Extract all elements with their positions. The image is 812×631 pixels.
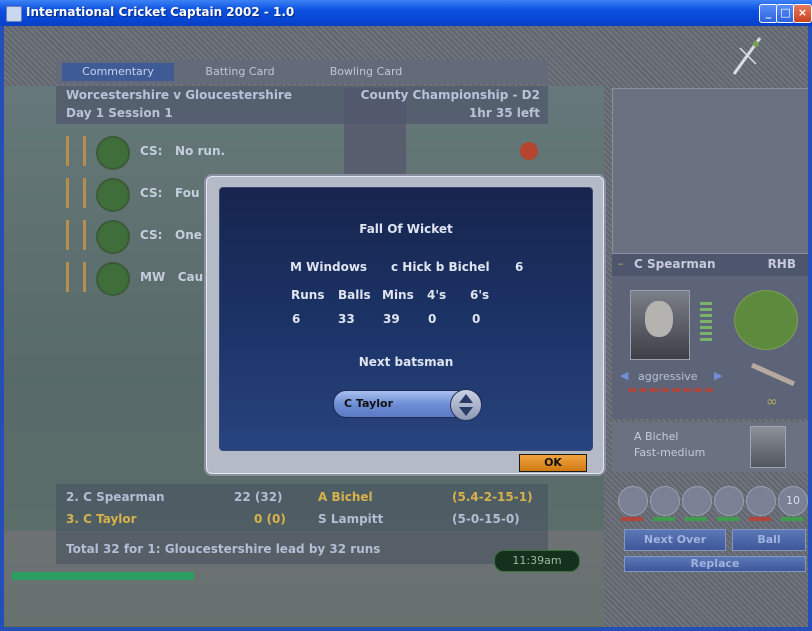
form-bars-icon (700, 302, 712, 342)
match-clock: 11:39am (494, 550, 580, 572)
stumps-icon (66, 220, 86, 250)
ball-button[interactable]: Ball (732, 529, 806, 551)
aggression-meter (628, 388, 714, 392)
fixture-label: Worcestershire v Gloucestershire (66, 88, 292, 102)
dismissed-runs: 6 (515, 260, 524, 274)
avatar (750, 426, 786, 468)
action-icon-bar: 10 (616, 486, 808, 522)
commentary-text: No run. (175, 144, 226, 158)
commentary-text: Fou (175, 186, 200, 200)
pitch-map-icon (96, 262, 130, 296)
bowler1-name: A Bichel (318, 490, 373, 504)
competition-label: County Championship - D2 (360, 88, 540, 102)
stat-header-fours: 4's (427, 288, 447, 302)
glasses-icon[interactable]: ∞ (766, 394, 778, 410)
next-batsman-value: C Taylor (344, 397, 393, 410)
field-setting-icon[interactable] (682, 486, 712, 516)
bowler-type: Fast-medium (634, 446, 706, 459)
umbrella-icon[interactable] (650, 486, 680, 516)
bat-shot-icon[interactable] (618, 486, 648, 516)
title-bar[interactable]: International Cricket Captain 2002 - 1.0… (0, 0, 812, 26)
scoreboard: 2. C Spearman 22 (32) A Bichel (5.4-2-15… (56, 484, 548, 564)
fall-of-wicket-dialog: Fall Of Wicket M Windows c Hick b Bichel… (206, 176, 604, 474)
tab-batting-card[interactable]: Batting Card (180, 63, 300, 81)
batsman2-label: 3. C Taylor (66, 512, 137, 526)
dialog-body: Fall Of Wicket M Windows c Hick b Bichel… (219, 187, 593, 451)
time-left-label: 1hr 35 left (468, 106, 540, 120)
commentary-speaker: MW (140, 270, 166, 284)
app-icon (6, 6, 22, 22)
dash-icon: – (618, 257, 624, 270)
batsman1-label: 2. C Spearman (66, 490, 165, 504)
stat-header-sixes: 6's (470, 288, 490, 302)
bowler2-name: S Lampitt (318, 512, 384, 526)
commentary-text: One (175, 228, 202, 242)
list-item: CS: No run. (56, 136, 225, 172)
right-info-panel (612, 88, 808, 254)
tab-bowling-card[interactable]: Bowling Card (306, 63, 426, 81)
session-label: Day 1 Session 1 (66, 106, 173, 120)
stat-header-mins: Mins (382, 288, 414, 302)
stumps-icon (66, 136, 86, 166)
commentary-speaker: CS: (140, 186, 163, 200)
commentary-text: Cau (177, 270, 204, 284)
record-icon[interactable] (520, 142, 538, 160)
match-header: Worcestershire v Gloucestershire County … (56, 86, 548, 124)
window-title: International Cricket Captain 2002 - 1.0 (26, 5, 295, 19)
next-over-button[interactable]: Next Over (624, 529, 726, 551)
commentary-speaker: CS: (140, 228, 163, 242)
stat-value-mins: 39 (383, 312, 400, 326)
cricket-logo-icon (732, 37, 762, 75)
arrow-right-icon[interactable]: ▶ (714, 369, 722, 382)
tab-commentary[interactable]: Commentary (62, 63, 174, 81)
pitch-map-icon (96, 178, 130, 212)
arrow-left-icon[interactable]: ◀ (620, 369, 628, 382)
spinner-control[interactable] (450, 389, 482, 421)
batting-mode: aggressive (638, 370, 698, 383)
list-item: CS: One (56, 220, 216, 256)
avatar (630, 290, 690, 360)
stat-header-balls: Balls (338, 288, 371, 302)
tab-bar: Commentary Batting Card Bowling Card (56, 60, 548, 84)
pitch-map-icon (96, 220, 130, 254)
dismissed-batsman: M Windows (290, 260, 368, 274)
replace-button[interactable]: Replace (624, 556, 806, 572)
bowler-name: A Bichel (634, 430, 679, 443)
session-progress-bar (12, 572, 194, 580)
batsman2-score: 0 (0) (254, 512, 286, 526)
bowler-panel: A Bichel Fast-medium (612, 422, 808, 472)
bowler2-figures: (5-0-15-0) (452, 512, 520, 526)
stat-value-sixes: 0 (472, 312, 481, 326)
chevron-down-icon[interactable] (459, 407, 473, 416)
bowler1-figures: (5.4-2-15-1) (452, 490, 533, 504)
stumps-icon (66, 262, 86, 292)
list-item: CS: Fou (56, 178, 216, 214)
batsman-name: C Spearman (634, 257, 716, 271)
pitch-map-icon (96, 136, 130, 170)
stumps-icon (66, 178, 86, 208)
list-item: MW Cau (56, 262, 216, 298)
chevron-up-icon[interactable] (459, 394, 473, 403)
next-batsman-select[interactable]: C Taylor (333, 389, 482, 421)
bowler-change-icon[interactable] (714, 486, 744, 516)
overs-counter-icon[interactable]: 10 (778, 486, 808, 516)
stat-header-runs: Runs (291, 288, 325, 302)
dismissal-method: c Hick b Bichel (391, 260, 490, 274)
close-button[interactable]: × (793, 4, 812, 23)
batsman-panel: – C Spearman RHB ◀ aggressive ▶ ∞ (612, 254, 808, 419)
bat-icon (750, 362, 796, 387)
batting-style: RHB (767, 257, 796, 271)
stat-value-balls: 33 (338, 312, 355, 326)
field-map-icon[interactable] (734, 290, 798, 350)
app-window: International Cricket Captain 2002 - 1.0… (0, 0, 812, 631)
commentary-speaker: CS: (140, 144, 163, 158)
next-batsman-label: Next batsman (358, 355, 454, 369)
stat-value-runs: 6 (292, 312, 301, 326)
batsman1-score: 22 (32) (234, 490, 283, 504)
stat-value-fours: 0 (428, 312, 437, 326)
ok-button[interactable]: OK (519, 454, 587, 472)
total-summary: Total 32 for 1: Gloucestershire lead by … (66, 542, 381, 556)
scorecard-icon[interactable] (746, 486, 776, 516)
dialog-title: Fall Of Wicket (359, 222, 453, 236)
